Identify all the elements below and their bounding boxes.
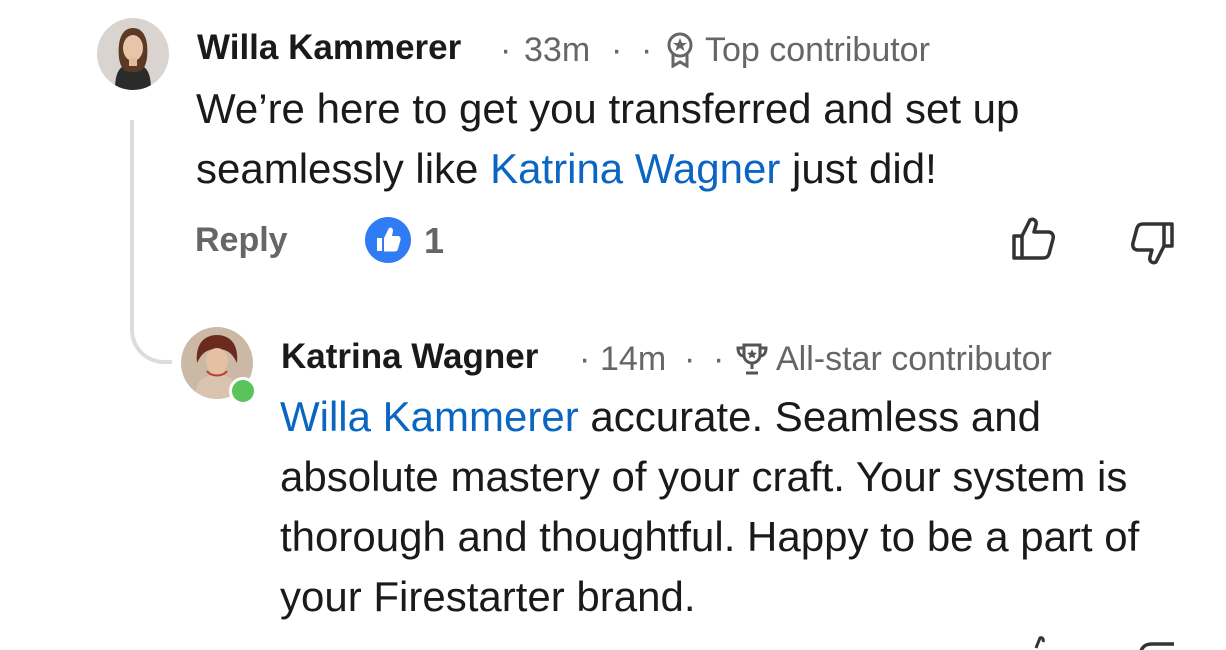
meta-dot: ·: [684, 340, 696, 378]
comment-author-name[interactable]: Willa Kammerer: [197, 28, 461, 68]
meta-dot: ·: [611, 31, 623, 69]
award-icon: [665, 32, 695, 68]
contributor-badge-label: All-star contributor: [776, 340, 1052, 378]
meta-dot: ·: [579, 340, 591, 378]
contributor-badge-label: Top contributor: [705, 31, 930, 69]
reaction-count: 1: [424, 220, 445, 261]
mention-link[interactable]: Willa Kammerer: [280, 393, 579, 440]
comment-timestamp: 33m: [524, 31, 591, 69]
avatar-portrait-icon: [97, 18, 169, 90]
meta-dot: ·: [500, 31, 512, 69]
thread-connector-line: [130, 120, 172, 364]
like-icon: [364, 216, 412, 269]
thumbs-down-icon[interactable]: [1136, 640, 1176, 650]
thumbs-up-icon[interactable]: [1010, 214, 1058, 267]
mention-link[interactable]: Katrina Wagner: [490, 145, 780, 192]
meta-dot: ·: [641, 31, 653, 69]
thumbs-up-icon[interactable]: [1022, 636, 1052, 650]
trophy-icon: [735, 342, 769, 376]
comment-author-name[interactable]: Katrina Wagner: [281, 337, 538, 377]
comment-timestamp: 14m: [600, 340, 667, 378]
comment-text: just did!: [780, 145, 937, 192]
avatar-willa-kammerer[interactable]: [97, 18, 169, 90]
thumbs-down-icon[interactable]: [1128, 220, 1176, 273]
comment-body: Willa Kammerer accurate. Seamless and ab…: [280, 387, 1200, 627]
online-status-indicator: [229, 377, 257, 405]
comment-body: We’re here to get you transferred and se…: [196, 79, 1156, 199]
reply-button[interactable]: Reply: [195, 221, 288, 260]
meta-dot: ·: [713, 340, 725, 378]
